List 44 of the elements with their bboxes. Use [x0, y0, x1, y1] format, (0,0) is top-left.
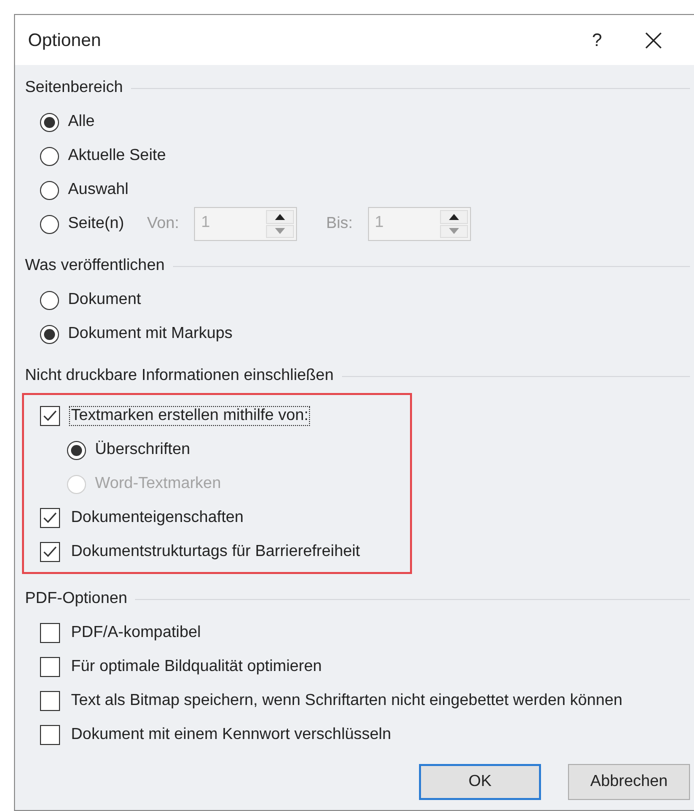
checkbox[interactable] [40, 725, 60, 745]
checkbox-label[interactable]: Für optimale Bildqualität optimieren [69, 657, 324, 677]
radio-label[interactable]: Aktuelle Seite [68, 147, 166, 165]
checkbox-label[interactable]: PDF/A-kompatibel [69, 623, 203, 643]
radio-label[interactable]: Dokument mit Markups [68, 325, 232, 343]
radio-label[interactable]: Alle [68, 113, 95, 131]
checkmark-icon [43, 410, 57, 422]
help-button[interactable]: ? [579, 30, 615, 50]
radio-label[interactable]: Seite(n) [68, 215, 124, 233]
radio-button[interactable] [67, 440, 86, 460]
checkbox-label[interactable]: Dokumenteigenschaften [69, 508, 246, 528]
group-heading: Was veröffentlichen [25, 257, 165, 275]
checkbox[interactable] [40, 691, 60, 711]
checkmark-icon [43, 512, 57, 524]
dialog-button[interactable]: Abbrechen [568, 764, 690, 800]
radio-label[interactable]: Auswahl [68, 181, 128, 199]
radio-button[interactable] [40, 324, 59, 344]
field-label: Bis: [326, 215, 353, 233]
checkbox-label[interactable]: Text als Bitmap speichern, wenn Schriftarten nicht eingebettet werden können [69, 691, 624, 711]
checkbox-label[interactable]: Textmarken erstellen mithilfe von: [69, 406, 310, 426]
radio-button[interactable] [40, 180, 59, 200]
window-title: Optionen [28, 30, 102, 50]
checkbox[interactable] [40, 508, 60, 528]
dialog-button[interactable]: OK [419, 764, 541, 800]
radio-button[interactable] [40, 214, 59, 234]
radio-button[interactable] [40, 146, 59, 166]
checkbox-label[interactable]: Dokumentstrukturtags für Barrierefreiheit [69, 542, 362, 562]
checkbox[interactable] [40, 406, 60, 426]
group-heading: Nicht druckbare Informationen einschließen [25, 367, 334, 385]
checkbox-label[interactable]: Dokument mit einem Kennwort verschlüsseln [69, 725, 394, 745]
close-icon[interactable] [645, 32, 662, 48]
radio-button[interactable] [40, 290, 59, 310]
group-heading: PDF-Optionen [25, 590, 128, 608]
checkmark-icon [43, 546, 57, 558]
checkbox[interactable] [40, 657, 60, 677]
field-label: Von: [147, 215, 180, 233]
radio-label[interactable]: Dokument [68, 291, 141, 309]
radio-button[interactable] [40, 112, 59, 132]
spinner-value: 1 [200, 213, 211, 233]
spinner-value: 1 [374, 213, 385, 233]
checkbox[interactable] [40, 542, 60, 562]
group-heading: Seitenbereich [25, 79, 123, 97]
radio-label[interactable]: Überschriften [95, 441, 190, 459]
checkbox[interactable] [40, 623, 60, 643]
